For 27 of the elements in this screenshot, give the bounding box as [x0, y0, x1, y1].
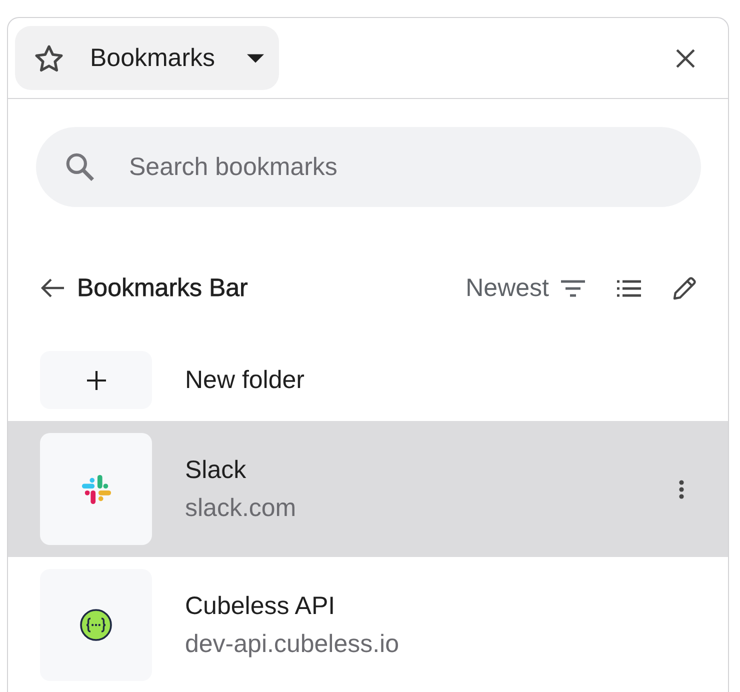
star-icon — [35, 44, 63, 72]
new-folder-label: New folder — [185, 365, 304, 395]
pencil-icon — [673, 276, 697, 300]
list-icon — [617, 280, 641, 296]
plus-icon — [86, 370, 106, 390]
bookmark-url: dev-api.cubeless.io — [185, 629, 400, 659]
braces-logo-icon — [80, 609, 112, 641]
back-arrow-icon — [40, 278, 64, 298]
bookmark-url: slack.com — [185, 493, 296, 523]
search-field[interactable]: Search bookmarks — [36, 127, 701, 207]
sort-icon — [561, 280, 585, 296]
list-view-button[interactable] — [617, 280, 641, 296]
edit-button[interactable] — [673, 276, 697, 300]
sort-button[interactable]: Newest — [466, 274, 585, 302]
hash-logo-icon — [80, 474, 112, 504]
caret-icon — [247, 54, 264, 62]
back-button[interactable] — [40, 278, 64, 298]
bookmark-row[interactable]: Cubeless API dev-api.cubeless.io — [8, 557, 728, 692]
bookmark-title: Slack — [185, 455, 248, 485]
search-icon — [66, 153, 94, 181]
panel-selector-button[interactable]: Bookmarks — [15, 26, 280, 90]
bookmark-title: Cubeless API — [185, 591, 336, 621]
more-vertical-icon — [679, 480, 684, 498]
new-folder-row[interactable]: New folder — [8, 339, 728, 421]
close-icon — [676, 48, 694, 68]
bookmark-row[interactable]: Slack slack.com — [8, 421, 728, 557]
folder-title: Bookmarks Bar — [77, 274, 248, 302]
